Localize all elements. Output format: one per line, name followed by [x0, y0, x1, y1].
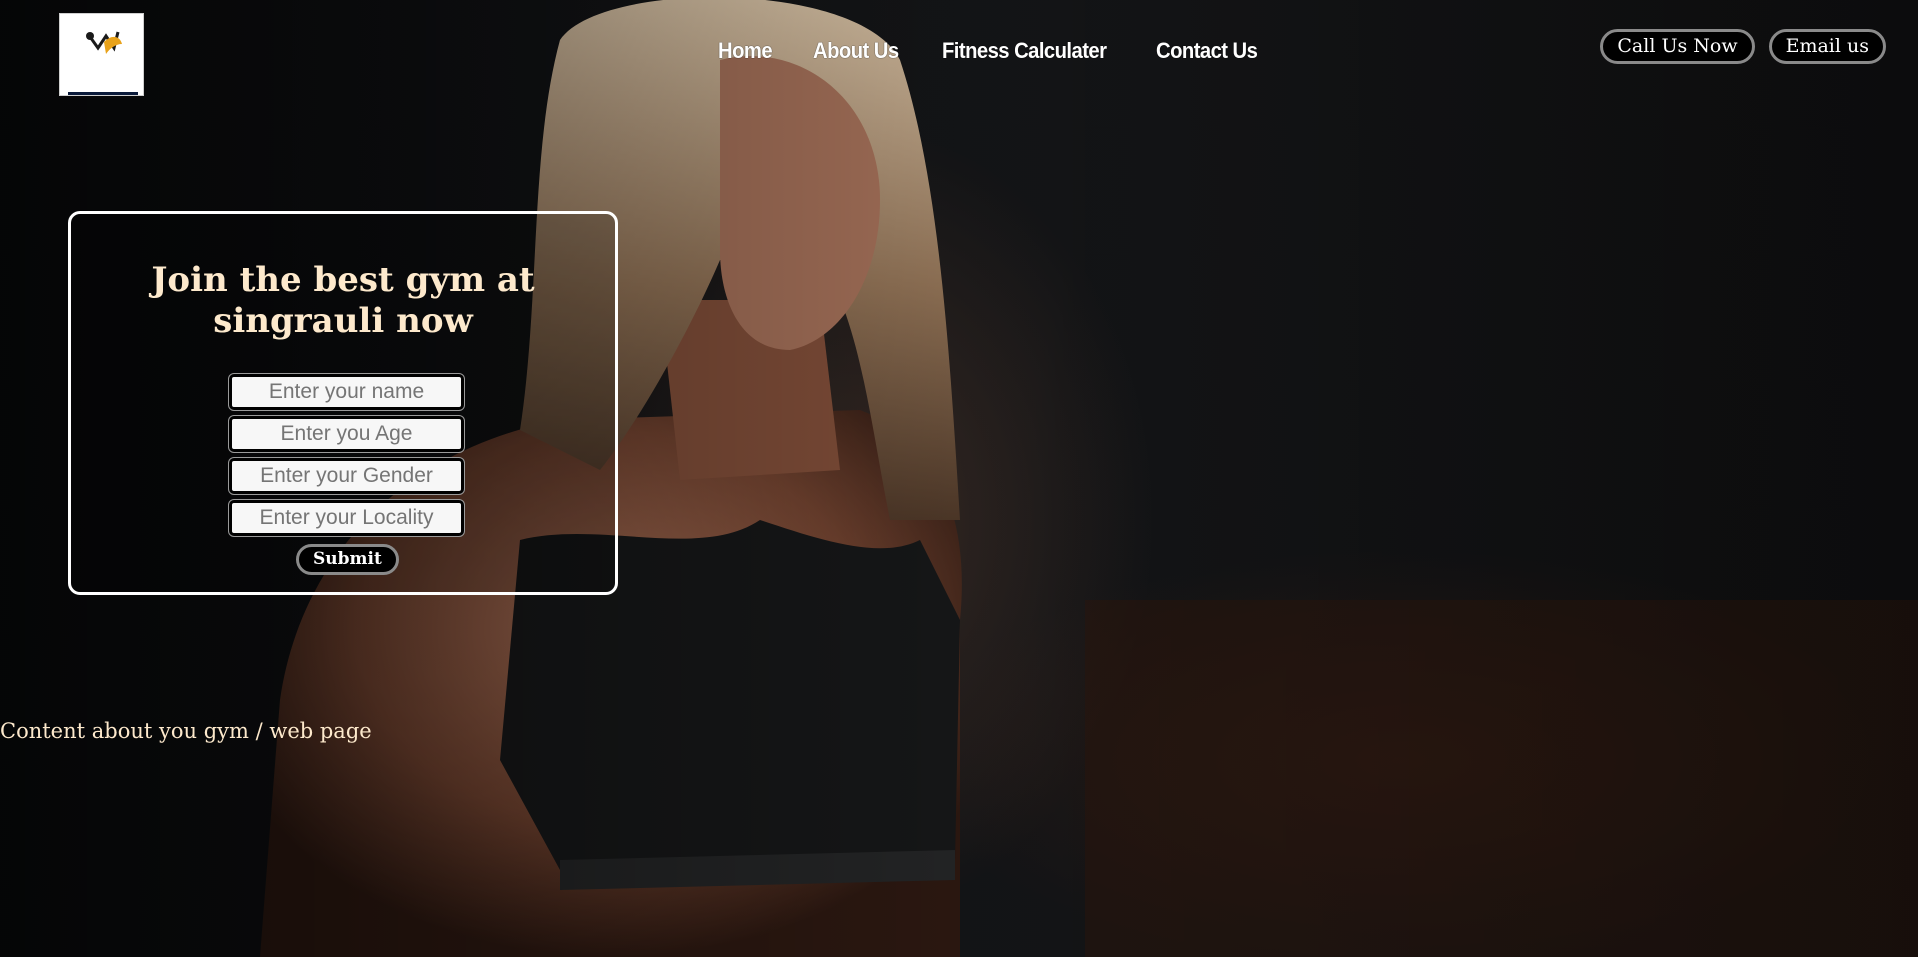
join-form-title: Join the best gym at singrauli now	[71, 260, 615, 342]
name-input[interactable]	[229, 374, 464, 410]
submit-button[interactable]: Submit	[296, 544, 399, 575]
page: Home About Us Fitness Calculater Contact…	[0, 0, 1918, 957]
join-form-panel: Join the best gym at singrauli now Submi…	[68, 211, 618, 595]
gender-input[interactable]	[229, 458, 464, 494]
nav-contact-us[interactable]: Contact Us	[1156, 38, 1258, 64]
header-actions: Call Us Now Email us	[1600, 29, 1886, 64]
nav-home[interactable]: Home	[718, 38, 773, 64]
fitness-logo-icon	[60, 14, 143, 95]
call-us-now-button[interactable]: Call Us Now	[1600, 29, 1755, 64]
email-us-button[interactable]: Email us	[1768, 29, 1886, 64]
main-nav: Home About Us Fitness Calculater Contact…	[718, 38, 1267, 64]
join-title-line2: singrauli now	[213, 301, 473, 341]
join-form-fields	[229, 374, 464, 542]
age-input[interactable]	[229, 416, 464, 452]
content-text: Content about you gym / web page	[0, 719, 372, 743]
nav-about-us[interactable]: About Us	[813, 38, 899, 64]
locality-input[interactable]	[229, 500, 464, 536]
nav-fitness-calculater[interactable]: Fitness Calculater	[942, 38, 1107, 64]
site-logo[interactable]	[60, 14, 143, 95]
join-title-line1: Join the best gym at	[151, 260, 535, 300]
